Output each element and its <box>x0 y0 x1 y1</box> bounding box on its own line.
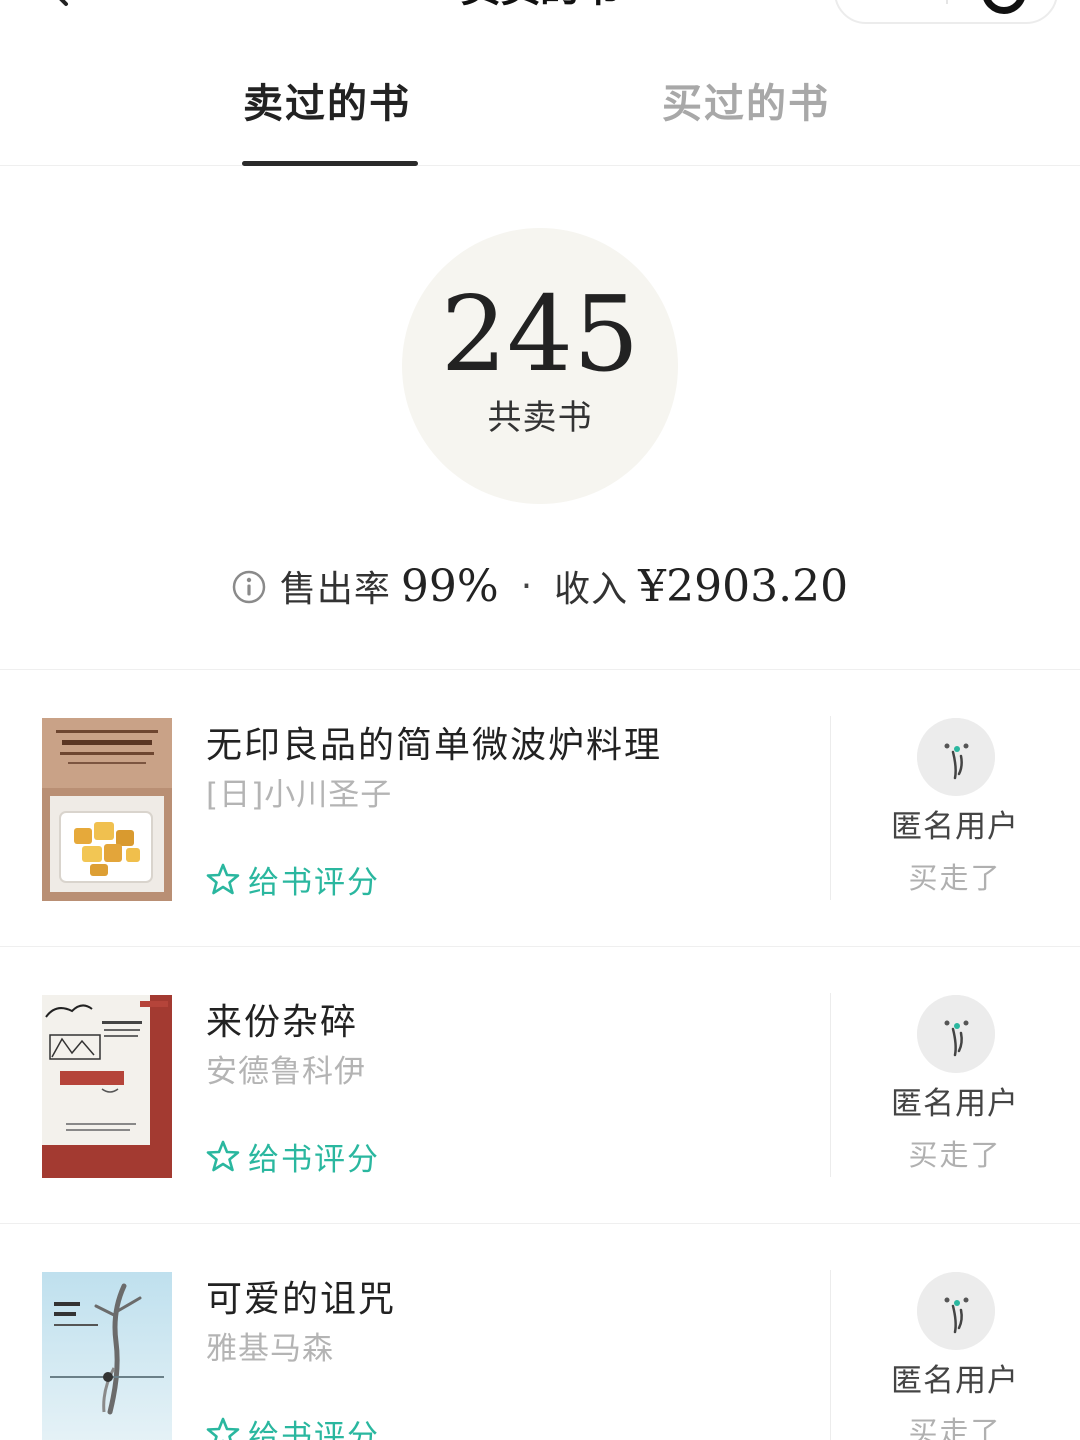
sell-rate-label: 售出率 <box>279 569 391 610</box>
buyer-name: 匿名用户 <box>891 1363 1019 1399</box>
anonymous-avatar-icon <box>917 995 995 1073</box>
anonymous-avatar-icon <box>917 1272 995 1350</box>
book-author: 雅基马森 <box>206 1331 334 1367</box>
capsule-divider <box>946 0 948 4</box>
star-outline-icon <box>206 1417 240 1440</box>
buyer-name: 匿名用户 <box>891 809 1019 845</box>
book-list-item[interactable]: 来份杂碎 安德鲁科伊 给书评分 匿名用户 买走了 <box>0 947 1080 1224</box>
item-divider <box>830 716 831 900</box>
tab-bar: 卖过的书 买过的书 <box>0 58 1080 166</box>
book-title: 可爱的诅咒 <box>206 1279 397 1320</box>
buyer-status: 买走了 <box>908 1138 1002 1172</box>
anonymous-avatar-icon <box>917 718 995 796</box>
buyer-status: 买走了 <box>908 861 1002 895</box>
sales-summary: 售出率 99% · 收入 ¥2903.20 <box>0 556 1080 616</box>
income-label: 收入 <box>554 569 629 610</box>
active-tab-indicator <box>242 161 418 166</box>
book-cover-image <box>42 1272 172 1440</box>
rate-book-button[interactable]: 给书评分 <box>206 1131 380 1181</box>
book-author: [日]小川圣子 <box>206 777 393 813</box>
income-value: ¥2903.20 <box>638 560 849 612</box>
book-title: 来份杂碎 <box>206 1002 359 1043</box>
rate-book-label: 给书评分 <box>248 1141 380 1178</box>
book-title: 无印良品的简单微波炉料理 <box>206 725 663 766</box>
info-icon[interactable] <box>232 570 266 604</box>
tab-sold-books[interactable]: 卖过的书 <box>243 78 411 130</box>
close-circle-icon[interactable] <box>982 0 1026 14</box>
buyer-name: 匿名用户 <box>891 1086 1019 1122</box>
rate-book-label: 给书评分 <box>248 1418 380 1440</box>
book-list-item[interactable]: 可爱的诅咒 雅基马森 给书评分 匿名用户 买走了 <box>0 1224 1080 1440</box>
mini-program-capsule <box>834 0 1058 24</box>
item-divider <box>830 993 831 1177</box>
buyer-status: 买走了 <box>908 1415 1002 1440</box>
book-list-item[interactable]: 无印良品的简单微波炉料理 [日]小川圣子 给书评分 匿名用户 买走了 <box>0 670 1080 947</box>
more-dots-icon[interactable] <box>876 0 936 2</box>
rate-book-button[interactable]: 给书评分 <box>206 1408 380 1440</box>
sold-books-list: 无印良品的简单微波炉料理 [日]小川圣子 给书评分 匿名用户 买走了 来份杂碎 … <box>0 669 1080 1440</box>
sell-rate-value: 99% <box>400 560 499 612</box>
summary-separator: · <box>520 565 533 607</box>
star-outline-icon <box>206 863 240 895</box>
top-nav-bar: 卖卖的书 <box>0 0 1080 24</box>
rate-book-label: 给书评分 <box>248 864 380 901</box>
total-sold-count: 245 <box>440 273 640 395</box>
total-sold-label: 共卖书 <box>487 398 593 438</box>
total-sold-badge: 245 共卖书 <box>402 228 678 504</box>
book-cover-image <box>42 718 172 901</box>
book-author: 安德鲁科伊 <box>206 1054 366 1090</box>
book-cover-image <box>42 995 172 1178</box>
rate-book-button[interactable]: 给书评分 <box>206 854 380 904</box>
star-outline-icon <box>206 1140 240 1172</box>
item-divider <box>830 1270 831 1440</box>
tab-bought-books[interactable]: 买过的书 <box>662 78 830 130</box>
